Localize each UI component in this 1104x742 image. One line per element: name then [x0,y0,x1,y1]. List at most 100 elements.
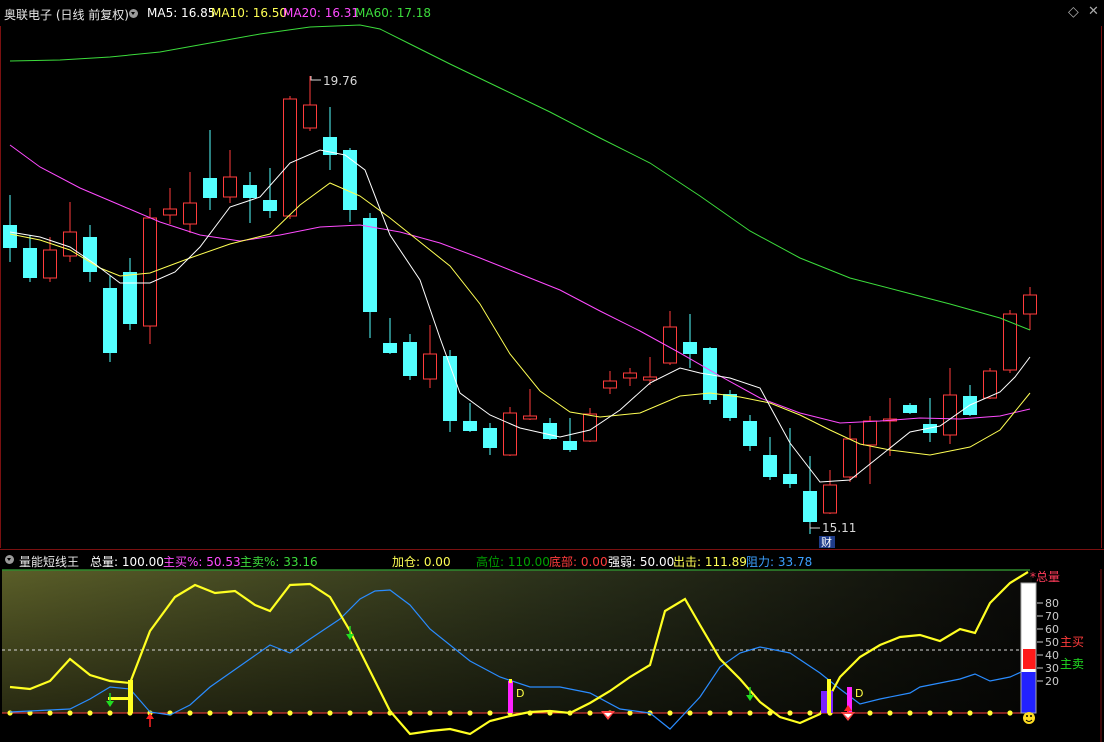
baseline-dot [247,710,253,716]
candlestick-chart[interactable]: 19.76 15.11财 [0,0,1104,548]
candle-body [403,342,417,376]
candle-body [303,104,317,129]
high-marker-label: 19.76 [323,74,357,88]
candle-body [203,178,217,198]
baseline-dot [307,710,313,716]
signal-bar [827,679,831,713]
resistance-label: 阻力: 33.78 [746,555,813,569]
baseline-dot [987,710,993,716]
low-marker-label: 15.11 [822,521,856,535]
candle-body [843,438,857,478]
candle-body [223,176,237,198]
signal-bar [108,697,132,700]
finance-badge: 财 [821,535,832,548]
d-marker: D [516,687,524,700]
gauge-tick-label: 20 [1045,675,1059,688]
signal-bar [508,681,513,713]
high-pos-label: 高位: 110.00 [476,555,550,569]
candle-body [863,420,877,446]
candle-body [263,200,277,211]
baseline-dot [267,710,273,716]
candle-body [463,421,477,431]
baseline-dot [967,710,973,716]
baseline-dot [727,710,733,716]
signal-bar [509,679,512,683]
gauge-blue-fill [1021,672,1036,713]
low-marker-arrow [809,524,820,529]
candle-body [83,237,97,272]
baseline-dot [947,710,953,716]
baseline-dot [867,710,873,716]
baseline-dot [747,710,753,716]
main-buy-label: 主买%: 50.53 [163,555,241,569]
candle-body [243,185,257,198]
candle-body [423,353,437,380]
baseline-dot [687,710,693,716]
candle-body [503,412,517,456]
baseline-dot [107,710,113,716]
ma10-line [9,182,1031,456]
candle-body [903,405,917,413]
candle-body [3,225,17,248]
candle-body [763,455,777,477]
baseline-dot [67,710,73,716]
strike-label: 出击: 111.89 [673,555,747,569]
gauge-buy-label: 主买 [1060,635,1084,649]
candle-body [283,98,297,217]
buy-arrow-icon [146,713,154,719]
candle-body [603,380,617,389]
gauge-tick-label: 40 [1045,649,1059,662]
candle-body [103,288,117,353]
add-position-label: 加仓: 0.00 [392,555,451,569]
indicator-header: 量能短线王 总量: 100.00 主买%: 50.53 主卖%: 33.16 加… [0,549,1104,570]
high-marker-arrow [310,76,321,81]
candle-body [383,343,397,353]
baseline-dot [87,710,93,716]
ma20-line [9,144,1031,424]
baseline-dot [447,710,453,716]
dropdown-icon[interactable] [5,555,14,564]
candle-body [23,248,37,278]
candle-body [943,394,957,436]
baseline-dot [1007,710,1013,716]
bottom-label: 底部: 0.00 [549,555,608,569]
baseline-dot [47,710,53,716]
gauge-tick-label: 60 [1045,623,1059,636]
baseline-dot [187,710,193,716]
indicator-chart[interactable]: D D 80706050403020 *总量主买主卖 [0,569,1104,742]
candle-body [163,208,177,216]
candle-body [643,376,657,381]
baseline-dot [407,710,413,716]
d-marker: D [855,687,863,700]
gauge-sell-label: 主卖 [1060,657,1084,671]
baseline-dot [347,710,353,716]
baseline-dot [587,710,593,716]
baseline-dot [227,710,233,716]
candle-body [123,272,137,324]
candle-body [803,491,817,522]
baseline-dot [7,710,13,716]
indicator-name[interactable]: 量能短线王 [19,553,79,570]
candle-body [723,394,737,418]
candle-body [523,415,537,420]
strength-label: 强弱: 50.00 [608,555,675,569]
candle-body [143,217,157,327]
candle-body [823,484,837,514]
baseline-dot [887,710,893,716]
baseline-dot [667,710,673,716]
baseline-dot [367,710,373,716]
smiley-icon [1030,715,1032,717]
baseline-dot [427,710,433,716]
baseline-dot [707,710,713,716]
candle-body [623,372,637,379]
candle-body [743,421,757,446]
candle-body [43,249,57,279]
gauge-tick-label: 70 [1045,610,1059,623]
candle-body [783,474,797,484]
candle-body [563,441,577,450]
main-sell-label: 主卖%: 33.16 [240,555,318,569]
baseline-dot [467,710,473,716]
baseline-dot [327,710,333,716]
gauge-total-label: *总量 [1030,570,1060,584]
gauge-tick-label: 30 [1045,662,1059,675]
